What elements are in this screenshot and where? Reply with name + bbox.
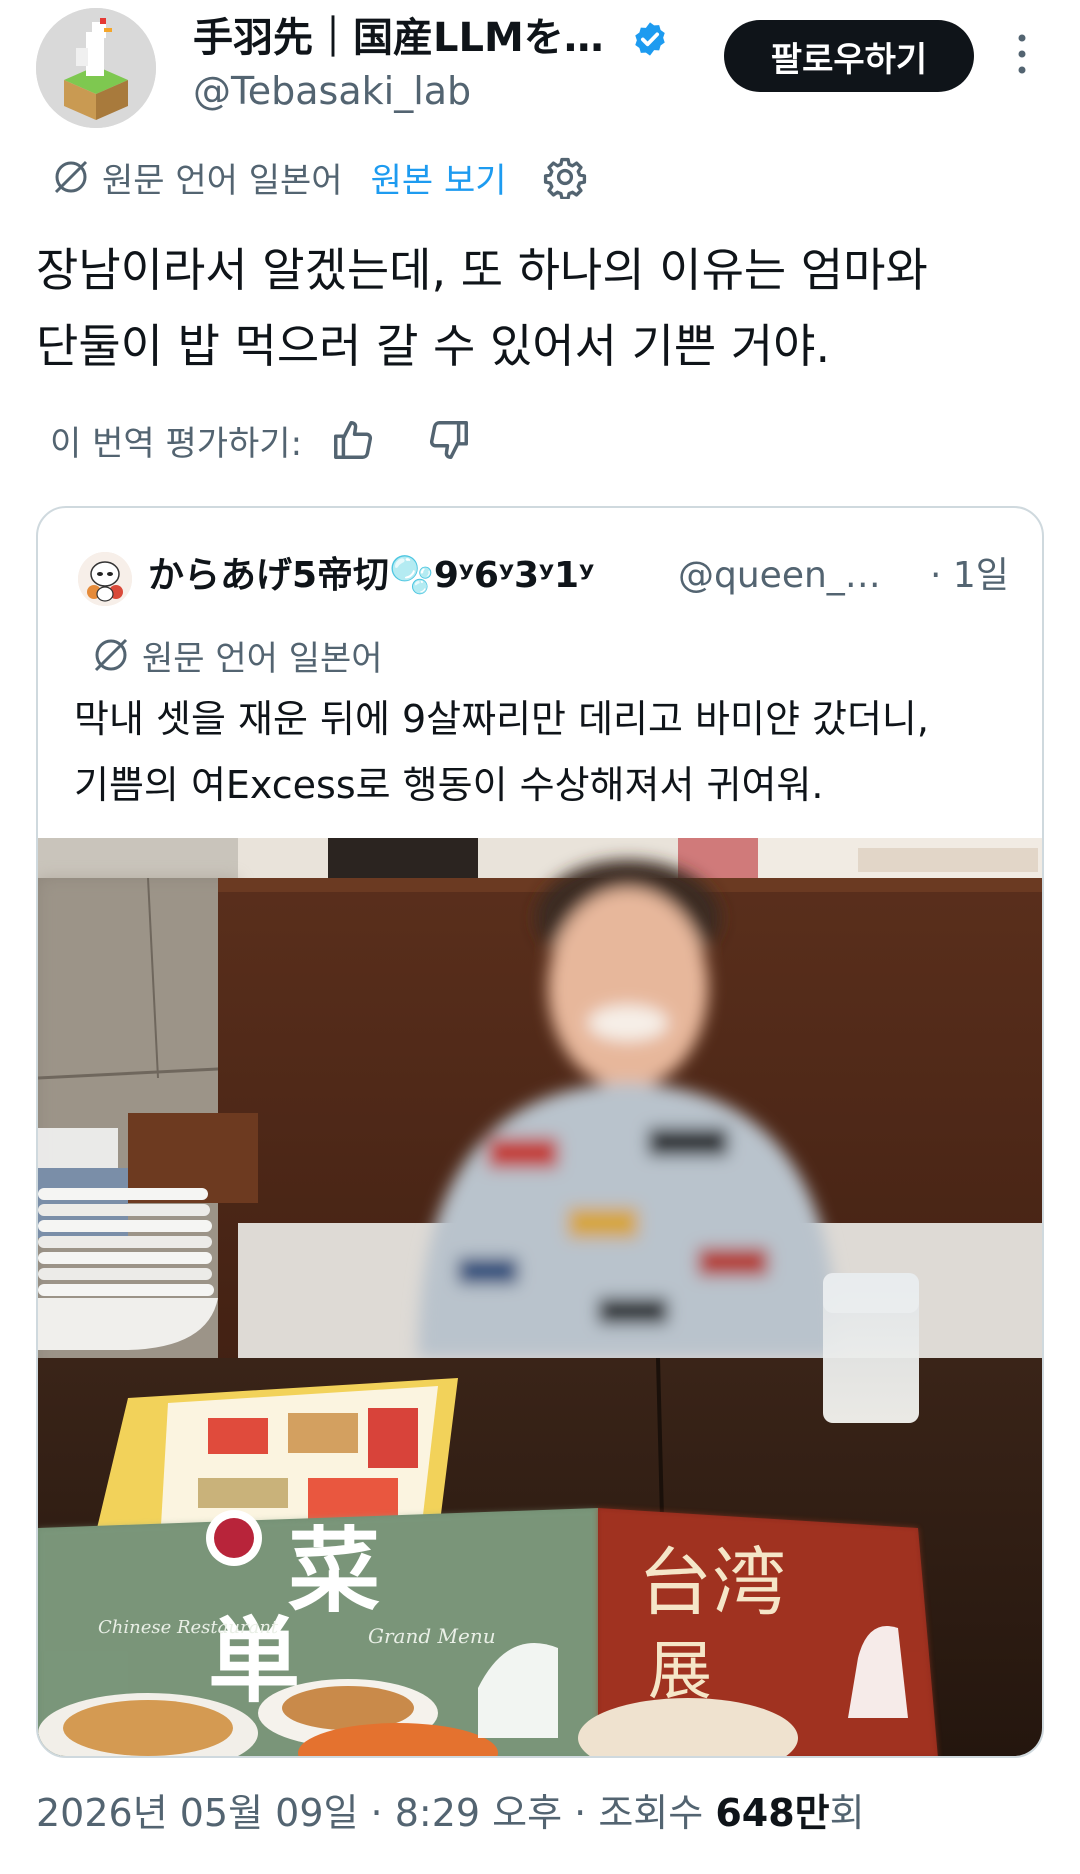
more-options-icon[interactable] [1010,32,1034,76]
views-count: 648만 [715,1791,830,1835]
tweet-text-line: 단둘이 밥 먹으러 갈 수 있어서 기쁜 거야. [36,319,831,373]
author-handle[interactable]: @Tebasaki_lab [193,66,471,116]
quoted-translation-info: 원문 언어 일본어 [90,630,383,680]
tweet-date[interactable]: 2026년 05월 09일 [36,1791,358,1835]
tweet-text: 장남이라서 알겠는데, 또 하나의 이유는 엄마와 단둘이 밥 먹으러 갈 수 … [36,232,1046,384]
quoted-tweet-card[interactable]: からあげ5帝切🫧9ʸ6ʸ3ʸ1ʸ @queen_… · 1일 원문 언어 일본어… [36,506,1044,1758]
rate-translation-row: 이 번역 평가하기: [50,412,472,468]
view-original-link[interactable]: 원본 보기 [371,153,507,202]
separator-dot: · [370,1791,395,1835]
verified-badge-icon [635,22,665,56]
gear-icon[interactable] [543,155,587,199]
quoted-text-line: 기쁨의 여Excess로 행동이 수상해져서 귀여워. [74,763,824,807]
author-avatar[interactable] [36,8,156,128]
tweet-text-line: 장남이라서 알겠는데, 또 하나의 이유는 엄마와 [36,243,928,297]
menu-subtitle-2: Grand Menu [368,1624,496,1648]
quoted-tweet-photo[interactable]: 菜 単 Chinese Restaurant Grand Menu 台湾 展 [38,838,1042,1758]
quoted-text-line: 막내 셋을 재운 뒤에 9살짜리만 데리고 바미얀 갔더니, [74,697,929,741]
tweet-time[interactable]: 8:29 오후 [395,1791,562,1835]
quoted-tweet-text: 막내 셋을 재운 뒤에 9살짜리만 데리고 바미얀 갔더니, 기쁨의 여Exce… [74,686,1024,818]
quoted-timestamp[interactable]: · 1일 [930,550,1009,602]
views-suffix: 회 [829,1791,865,1835]
separator-dot: · [574,1791,599,1835]
quoted-author-handle[interactable]: @queen_… [678,550,881,602]
quoted-author-name[interactable]: からあげ5帝切🫧9ʸ6ʸ3ʸ1ʸ [148,550,594,602]
translate-icon [94,638,128,672]
follow-button[interactable]: 팔로우하기 [724,20,974,92]
thumbs-down-icon[interactable] [426,417,472,463]
quoted-translation-source-label: 원문 언어 일본어 [142,638,383,679]
tweet-meta-footer: 2026년 05월 09일 · 8:29 오후 · 조회수 648만회 [36,1788,865,1838]
menu-taiwan-title: 台湾 [638,1540,786,1626]
menu-subtitle-1: Chinese Restaurant [98,1617,279,1638]
thumbs-up-icon[interactable] [330,417,376,463]
author-display-name[interactable]: 手羽先｜国産LLMを… [193,12,604,64]
translation-info-row: 원문 언어 일본어 원본 보기 [50,152,587,202]
menu-title-1: 菜 [288,1517,380,1625]
translation-source-label: 원문 언어 일본어 [102,160,343,201]
menu-taiwan-title-2: 展 [648,1635,712,1709]
quoted-author-avatar[interactable] [78,552,132,606]
translate-icon [54,160,88,194]
rate-translation-label: 이 번역 평가하기: [50,423,303,464]
views-prefix: 조회수 [598,1791,704,1835]
